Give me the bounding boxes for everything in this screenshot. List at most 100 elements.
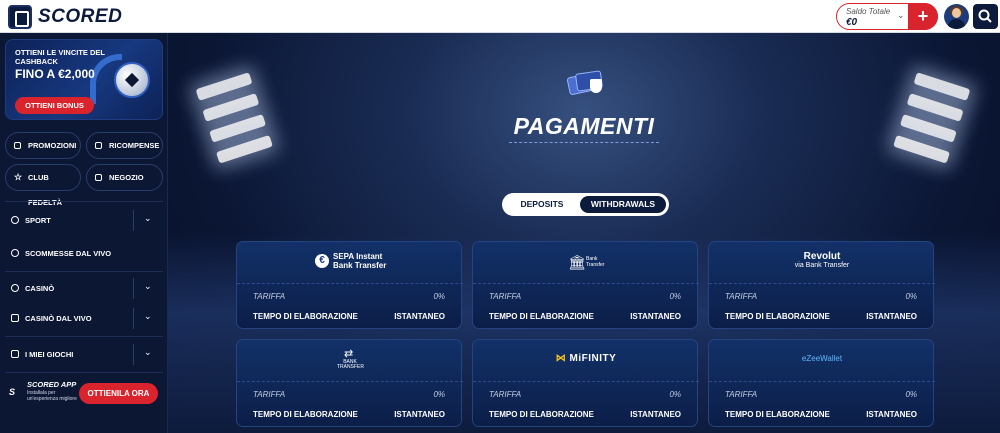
processing-time-value: ISTANTANEO	[394, 312, 445, 321]
rewards-icon	[95, 142, 102, 149]
sidebar-item-my-games[interactable]: I MIEI GIOCHI ⌄	[0, 338, 168, 371]
promotions-icon	[14, 142, 21, 149]
processing-time-label: TEMPO DI ELABORAZIONE	[489, 410, 594, 419]
promo-banner[interactable]: OTTIENI LE VINCITE DEL CASHBACK FINO A €…	[5, 39, 163, 120]
brand-line: via Bank Transfer	[794, 262, 850, 269]
fee-value: 0%	[669, 292, 681, 301]
payment-method-card[interactable]: eZeeWallet TARIFFA 0% TEMPO DI ELABORAZI…	[708, 339, 935, 427]
stadium-light-icon	[183, 58, 293, 187]
sidebar-item-label: CASINÒ DAL VIVO	[25, 314, 92, 323]
casino-icon	[11, 284, 19, 292]
payment-cards-icon	[566, 69, 606, 99]
sport-icon	[11, 216, 19, 224]
app-icon: S	[9, 387, 16, 397]
processing-time-label: TEMPO DI ELABORAZIONE	[253, 410, 358, 419]
sidebar-item-live-betting[interactable]: SCOMMESSE DAL VIVO	[0, 237, 168, 270]
sidebar-item-live-casino[interactable]: CASINÒ DAL VIVO ⌄	[0, 302, 168, 335]
games-icon	[11, 350, 19, 358]
fee-label: TARIFFA	[253, 390, 286, 399]
shop-icon	[95, 174, 102, 181]
divider	[5, 336, 163, 337]
promo-amount: FINO A €2,000	[15, 67, 95, 81]
payment-tabs: DEPOSITS WITHDRAWALS	[502, 193, 669, 216]
tab-withdrawals[interactable]: WITHDRAWALS	[580, 196, 666, 213]
brand-logo: 🏛 Bank Transfer	[473, 252, 699, 274]
processing-time-value: ISTANTANEO	[866, 312, 917, 321]
brand-logo: ⋈ MiFINITY	[473, 350, 699, 372]
brand-logo: Revolut via Bank Transfer	[709, 252, 935, 274]
sidebar-item-casino[interactable]: CASINÒ ⌄	[0, 272, 168, 305]
processing-time-value: ISTANTANEO	[630, 410, 681, 419]
processing-time-label: TEMPO DI ELABORAZIONE	[725, 410, 830, 419]
divider	[5, 372, 163, 373]
chevron-down-icon[interactable]: ⌄	[144, 347, 152, 358]
payment-method-card[interactable]: ⋈ MiFINITY TARIFFA 0% TEMPO DI ELABORAZI…	[472, 339, 699, 427]
processing-time-value: ISTANTANEO	[866, 410, 917, 419]
promo-headline: OTTIENI LE VINCITE DEL CASHBACK	[15, 48, 105, 66]
chevron-down-icon[interactable]: ⌄	[144, 213, 152, 224]
sidebar-item-sport[interactable]: SPORT ⌄	[0, 204, 168, 237]
euro-icon: €	[315, 254, 329, 268]
sidebar: OTTIENI LE VINCITE DEL CASHBACK FINO A €…	[0, 33, 168, 433]
avatar[interactable]	[944, 4, 969, 29]
fee-label: TARIFFA	[253, 292, 286, 301]
processing-time-label: TEMPO DI ELABORAZIONE	[489, 312, 594, 321]
brand-logo: eZeeWallet	[709, 350, 935, 372]
processing-time-value: ISTANTANEO	[630, 312, 681, 321]
star-icon	[14, 173, 23, 182]
deposit-button[interactable]: +	[908, 3, 938, 30]
fee-label: TARIFFA	[489, 390, 522, 399]
fee-label: TARIFFA	[489, 292, 522, 301]
payment-method-card[interactable]: Revolut via Bank Transfer TARIFFA 0% TEM…	[708, 241, 935, 329]
brand-line: eZeeWallet	[801, 354, 843, 363]
brand-line: TRANSFER	[337, 364, 364, 370]
sidebar-item-label: SCOMMESSE DAL VIVO	[25, 249, 112, 258]
sidebar-item-label: I MIEI GIOCHI	[25, 350, 74, 359]
football-icon	[114, 62, 150, 98]
processing-time-value: ISTANTANEO	[394, 410, 445, 419]
brand-line: MiFINITY	[569, 353, 617, 364]
fee-value: 0%	[669, 390, 681, 399]
logo[interactable]: SCORED	[38, 6, 122, 28]
quick-link-loyalty-club[interactable]: CLUB FEDELTÀ	[5, 164, 81, 207]
fee-value: 0%	[905, 390, 917, 399]
stadium-light-icon	[873, 58, 983, 187]
brand-line: SEPA Instant	[333, 252, 383, 261]
balance-value: €0	[846, 17, 858, 28]
app-subtitle: Installala per un'esperienza migliore	[27, 390, 77, 402]
tab-deposits[interactable]: DEPOSITS	[506, 196, 578, 213]
page-title: PAGAMENTI	[513, 113, 655, 139]
sidebar-item-label: SPORT	[25, 216, 51, 225]
search-icon	[978, 9, 992, 23]
chevron-down-icon: ⌄	[897, 10, 905, 20]
payment-method-card[interactable]: ⇄ BANK TRANSFER TARIFFA 0% TEMPO DI ELABO…	[236, 339, 463, 427]
brand-line: Bank Transfer	[333, 261, 387, 270]
brand-line: Transfer	[586, 262, 605, 268]
quick-link-rewards[interactable]: RICOMPENSE	[86, 132, 163, 159]
fee-value: 0%	[433, 390, 445, 399]
quick-link-shop[interactable]: NEGOZIO	[86, 164, 163, 191]
title-divider	[509, 142, 659, 143]
processing-time-label: TEMPO DI ELABORAZIONE	[725, 312, 830, 321]
app-title: SCORED APP	[27, 380, 77, 389]
payment-method-card[interactable]: 🏛 Bank Transfer TARIFFA 0% TEMPO DI ELABO…	[472, 241, 699, 329]
get-bonus-button[interactable]: OTTIENI BONUS	[15, 97, 94, 114]
fee-label: TARIFFA	[725, 390, 758, 399]
bank-icon: 🏛	[568, 254, 586, 270]
top-bar: SCORED Saldo Totale €0 ⌄ +	[0, 0, 1000, 33]
chevron-down-icon[interactable]: ⌄	[144, 281, 152, 292]
search-button[interactable]	[973, 4, 998, 29]
main-content: PAGAMENTI DEPOSITS WITHDRAWALS € SEPA In…	[168, 33, 1000, 433]
get-app-button[interactable]: OTTIENILA ORA	[79, 383, 158, 404]
fee-label: TARIFFA	[725, 292, 758, 301]
quick-link-label: RICOMPENSE	[109, 141, 160, 150]
sidebar-item-label: CASINÒ	[25, 284, 55, 293]
quick-link-promotions[interactable]: PROMOZIONI	[5, 132, 81, 159]
logo-icon[interactable]	[8, 5, 32, 29]
fee-value: 0%	[433, 292, 445, 301]
brand-line: Revolut	[803, 251, 841, 262]
payment-method-card[interactable]: € SEPA Instant Bank Transfer TARIFFA 0% T…	[236, 241, 463, 329]
divider	[5, 201, 163, 202]
live-icon	[11, 249, 19, 257]
chevron-down-icon[interactable]: ⌄	[144, 311, 152, 322]
